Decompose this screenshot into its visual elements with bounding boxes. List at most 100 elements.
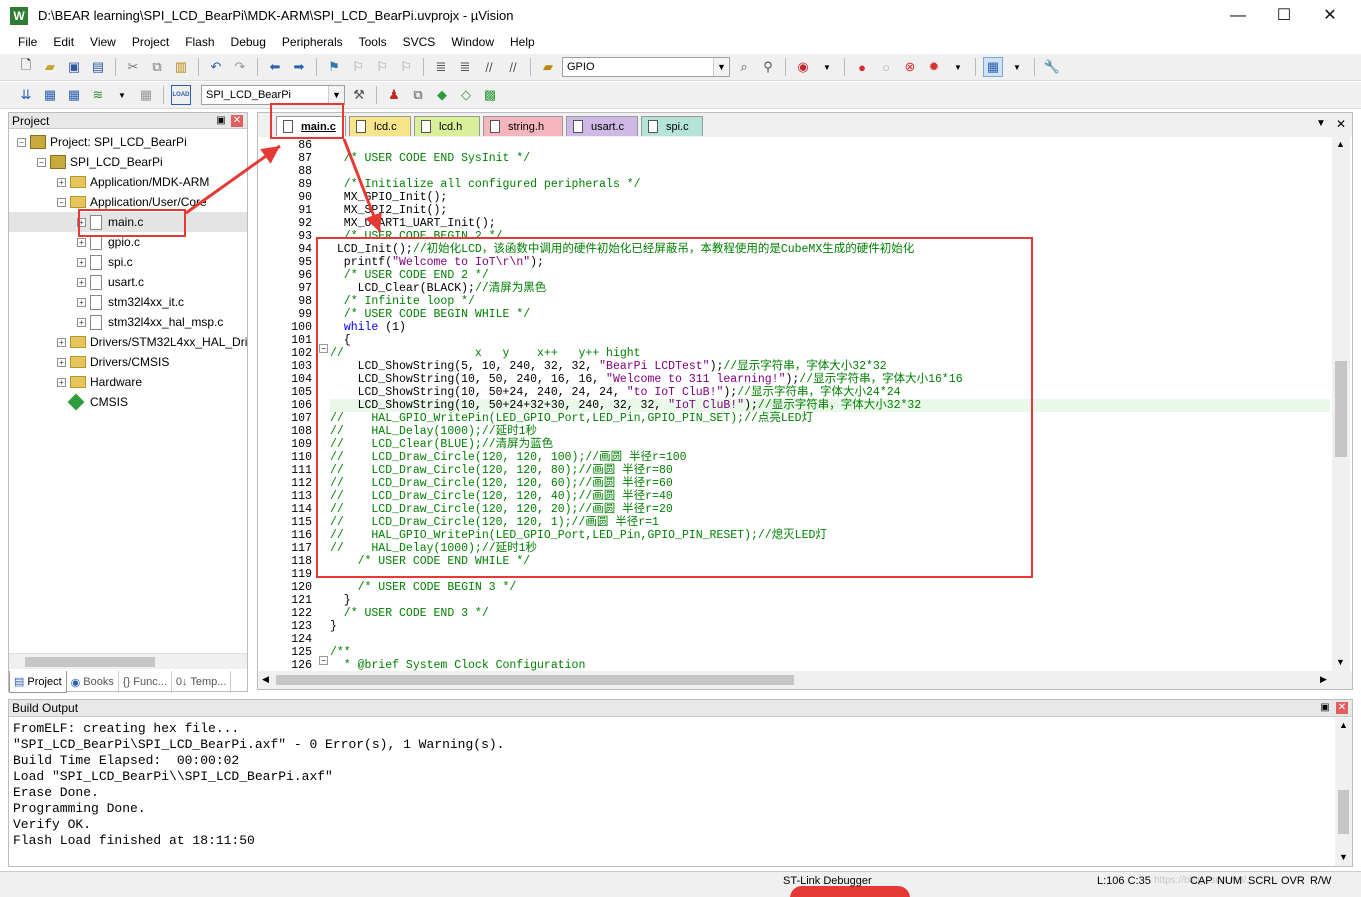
maximize-button[interactable]: ☐	[1261, 0, 1307, 32]
tab-lcd-h[interactable]: lcd.h	[414, 116, 480, 136]
back-icon[interactable]: ⬅	[265, 57, 285, 77]
chevron-down-icon[interactable]: ▼	[817, 57, 837, 77]
tree-item-project[interactable]: − Project: SPI_LCD_BearPi	[9, 132, 247, 152]
expand-icon[interactable]: +	[77, 257, 86, 267]
expand-icon[interactable]: +	[77, 277, 86, 287]
expand-icon[interactable]: +	[77, 297, 86, 307]
tab-lcd-c[interactable]: lcd.c	[349, 116, 411, 136]
tab-string-h[interactable]: string.h	[483, 116, 563, 136]
configure-icon[interactable]: 🔧	[1042, 57, 1062, 77]
tree-item-usart-c[interactable]: + usart.c	[9, 272, 247, 292]
collapse-icon[interactable]: −	[57, 197, 66, 207]
tab-project[interactable]: ▤ Project	[9, 671, 67, 693]
download-icon[interactable]: LOAD	[171, 85, 191, 105]
scroll-left-icon[interactable]: ◀	[262, 674, 269, 685]
tree-item-group-hardware[interactable]: + Hardware	[9, 372, 247, 392]
rebuild-icon[interactable]: ▦	[64, 85, 84, 105]
clear-bookmarks-icon[interactable]: ⚐	[396, 57, 416, 77]
next-bookmark-icon[interactable]: ⚐	[372, 57, 392, 77]
build-vertical-scrollbar[interactable]: ▲ ▼	[1335, 718, 1352, 866]
fold-toggle-icon[interactable]: −	[319, 656, 328, 665]
disable-all-breakpoints-icon[interactable]: ⊗	[900, 57, 920, 77]
window-layout-icon[interactable]: ▦	[983, 57, 1003, 77]
close-tab-icon[interactable]: ✕	[1336, 117, 1346, 131]
breakpoint-icon[interactable]: ●	[852, 57, 872, 77]
menu-project[interactable]: Project	[124, 35, 177, 49]
tree-item-it-c[interactable]: + stm32l4xx_it.c	[9, 292, 247, 312]
tree-item-group-cmsis[interactable]: + Drivers/CMSIS	[9, 352, 247, 372]
chevron-down-icon[interactable]: ▼	[713, 58, 729, 76]
menu-help[interactable]: Help	[502, 35, 543, 49]
scroll-up-icon[interactable]: ▲	[1339, 720, 1348, 730]
close-icon[interactable]: ✕	[1336, 702, 1348, 714]
menu-debug[interactable]: Debug	[223, 35, 274, 49]
tab-templates[interactable]: 0↓ Temp...	[172, 671, 232, 693]
collapse-icon[interactable]: −	[37, 157, 46, 167]
fold-toggle-icon[interactable]: −	[319, 344, 328, 353]
indent-icon[interactable]: ≣	[431, 57, 451, 77]
undo-icon[interactable]: ↶	[206, 57, 226, 77]
paste-icon[interactable]: ▥	[171, 57, 191, 77]
scroll-down-icon[interactable]: ▼	[1336, 657, 1345, 667]
manage-project-items-icon[interactable]: ♟	[384, 85, 404, 105]
expand-icon[interactable]: +	[77, 217, 86, 227]
expand-icon[interactable]: +	[57, 357, 66, 367]
comment-icon[interactable]: //	[479, 57, 499, 77]
tab-functions[interactable]: {} Func...	[119, 671, 172, 693]
project-horizontal-scrollbar[interactable]	[9, 653, 247, 669]
save-all-icon[interactable]: ▤	[88, 57, 108, 77]
tree-item-spi-c[interactable]: + spi.c	[9, 252, 247, 272]
scroll-right-icon[interactable]: ▶	[1320, 674, 1327, 685]
menu-file[interactable]: File	[10, 35, 45, 49]
chevron-down-icon[interactable]: ▼	[948, 57, 968, 77]
open-file-icon[interactable]: ▰	[40, 57, 60, 77]
unindent-icon[interactable]: ≣	[455, 57, 475, 77]
batch-build-icon[interactable]: ≋	[88, 85, 108, 105]
scrollbar-thumb[interactable]	[1335, 361, 1347, 457]
forward-icon[interactable]: ➡	[289, 57, 309, 77]
tree-item-group-hal-driver[interactable]: + Drivers/STM32L4xx_HAL_Driv	[9, 332, 247, 352]
minimize-button[interactable]: —	[1215, 0, 1261, 32]
menu-svcs[interactable]: SVCS	[395, 35, 444, 49]
tree-item-target[interactable]: − SPI_LCD_BearPi	[9, 152, 247, 172]
tab-books[interactable]: ◉ Books	[67, 671, 119, 693]
tree-item-hal-msp-c[interactable]: + stm32l4xx_hal_msp.c	[9, 312, 247, 332]
uncomment-icon[interactable]: //	[503, 57, 523, 77]
stop-build-icon[interactable]: ▦	[136, 85, 156, 105]
tree-item-main-c[interactable]: + main.c	[9, 212, 247, 232]
disable-breakpoint-icon[interactable]: ○	[876, 57, 896, 77]
expand-icon[interactable]: +	[57, 177, 66, 187]
find-icon[interactable]: ⌕	[734, 57, 754, 77]
tab-spi-c[interactable]: spi.c	[641, 116, 703, 136]
scrollbar-thumb[interactable]	[276, 675, 794, 685]
copy-icon[interactable]: ⧉	[147, 57, 167, 77]
debug-session-icon[interactable]: ◉	[793, 57, 813, 77]
scrollbar-thumb[interactable]	[25, 657, 155, 667]
tree-item-group-user-core[interactable]: − Application/User/Core	[9, 192, 247, 212]
target-combo[interactable]: SPI_LCD_BearPi ▼	[201, 85, 345, 105]
scroll-down-icon[interactable]: ▼	[1339, 852, 1348, 862]
save-icon[interactable]: ▣	[64, 57, 84, 77]
code-text-area[interactable]: /* USER CODE END SysInit */ /* Initializ…	[330, 137, 1330, 671]
menu-edit[interactable]: Edit	[45, 35, 82, 49]
find-combo[interactable]: GPIO ▼	[562, 57, 730, 77]
pin-icon[interactable]: ▣	[1319, 702, 1331, 714]
tab-main-c[interactable]: main.c	[276, 116, 346, 136]
bookmark-icon[interactable]: ⚑	[324, 57, 344, 77]
expand-icon[interactable]: +	[77, 317, 86, 327]
expand-icon[interactable]: +	[57, 337, 66, 347]
tree-item-group-mdk-arm[interactable]: + Application/MDK-ARM	[9, 172, 247, 192]
menu-peripherals[interactable]: Peripherals	[274, 35, 351, 49]
chevron-down-icon[interactable]: ▼	[112, 85, 132, 105]
find-in-files-icon[interactable]: ▰	[538, 57, 558, 77]
menu-view[interactable]: View	[82, 35, 124, 49]
pin-icon[interactable]: ▣	[215, 115, 227, 127]
editor-vertical-scrollbar[interactable]: ▲ ▼	[1332, 137, 1350, 671]
chevron-down-icon[interactable]: ▼	[328, 86, 344, 104]
kill-breakpoints-icon[interactable]: ✹	[924, 57, 944, 77]
scroll-up-icon[interactable]: ▲	[1336, 139, 1345, 149]
tab-usart-c[interactable]: usart.c	[566, 116, 638, 136]
new-file-icon[interactable]: 🗋	[16, 57, 36, 77]
tab-list-icon[interactable]: ▼	[1316, 118, 1326, 129]
chevron-down-icon[interactable]: ▼	[1007, 57, 1027, 77]
